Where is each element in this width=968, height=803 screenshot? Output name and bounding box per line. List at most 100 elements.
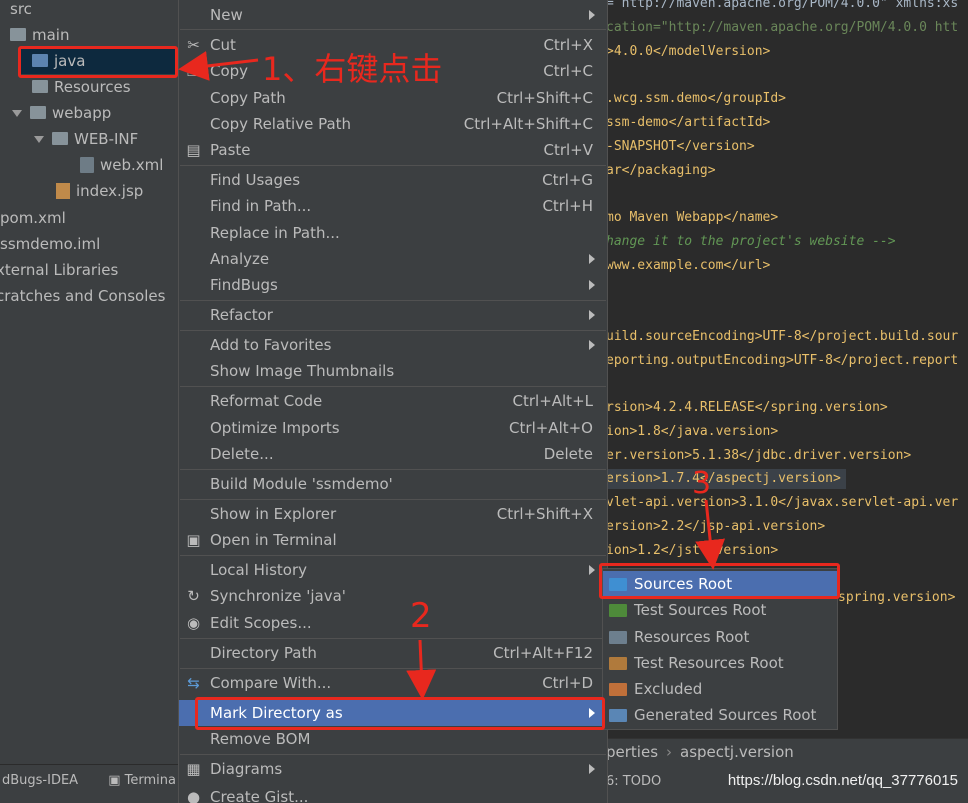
tree-item-main[interactable]: main (10, 22, 69, 48)
menu-item-label: Compare With... (210, 674, 332, 692)
menu-item-diagrams[interactable]: ▦ Diagrams (179, 756, 607, 782)
tree-item-resources[interactable]: Resources (32, 74, 131, 100)
tree-item-label: cratches and Consoles (0, 287, 166, 305)
tree-item-scratches[interactable]: cratches and Consoles (0, 283, 165, 309)
menu-item-label: Copy Path (210, 89, 286, 107)
code-line: mo Maven Webapp</name> (606, 210, 779, 225)
menu-item-synchronize[interactable]: ↻ Synchronize 'java' (179, 583, 607, 609)
menu-item-find-usages[interactable]: Find Usages Ctrl+G (179, 167, 607, 193)
folder-icon (52, 132, 68, 145)
menu-item-edit-scopes[interactable]: ◉ Edit Scopes... (179, 610, 607, 636)
submenu-item-test-sources-root[interactable]: Test Sources Root (603, 597, 837, 623)
menu-item-label: Reformat Code (210, 392, 323, 410)
menu-item-label: Open in Terminal (210, 531, 337, 549)
context-menu: New ✂ Cut Ctrl+X ❐ Copy Ctrl+C Copy Path Ctrl… (178, 0, 608, 803)
submenu-item-label: Resources Root (634, 628, 750, 646)
menu-item-label: Local History (210, 561, 308, 579)
folder-icon (10, 28, 26, 41)
menu-item-reformat-code[interactable]: Reformat Code Ctrl+Alt+L (179, 388, 607, 414)
submenu-item-generated-sources-root[interactable]: Generated Sources Root (603, 702, 837, 728)
menu-item-show-in-explorer[interactable]: Show in Explorer Ctrl+Shift+X (179, 501, 607, 527)
menu-item-label: Show Image Thumbnails (210, 362, 395, 380)
tree-item-java[interactable]: java (20, 48, 176, 74)
tree-item-webapp[interactable]: webapp (12, 100, 111, 126)
tree-item-index-jsp[interactable]: index.jsp (56, 178, 143, 204)
menu-separator (180, 754, 606, 755)
menu-separator (180, 555, 606, 556)
watermark-url: https://blog.csdn.net/qq_37776015 (727, 772, 958, 789)
code-line: -SNAPSHOT</version> (606, 139, 755, 154)
menu-item-label: Paste (210, 141, 251, 159)
breadcrumb-item[interactable]: aspectj.version (680, 743, 794, 761)
menu-separator (180, 386, 606, 387)
menu-item-build-module[interactable]: Build Module 'ssmdemo' (179, 471, 607, 497)
menu-item-open-in-terminal[interactable]: ▣ Open in Terminal (179, 527, 607, 553)
menu-item-findbugs[interactable]: FindBugs (179, 272, 607, 298)
menu-item-delete[interactable]: Delete... Delete (179, 441, 607, 467)
menu-item-show-image-thumbnails[interactable]: Show Image Thumbnails (179, 358, 607, 384)
menu-item-find-in-path[interactable]: Find in Path... Ctrl+H (179, 193, 607, 219)
menu-item-refactor[interactable]: Refactor (179, 302, 607, 328)
scissors-icon: ✂ (187, 36, 200, 54)
code-line: ssm-demo</artifactId> (606, 115, 771, 130)
menu-item-label: Create Gist... (210, 788, 309, 803)
menu-item-label: Cut (210, 36, 236, 54)
copy-icon: ❐ (186, 62, 201, 80)
menu-separator (180, 469, 606, 470)
code-line: eporting.outputEncoding>UTF-8</project.r… (606, 353, 959, 368)
submenu-item-excluded[interactable]: Excluded (603, 676, 837, 702)
menu-item-label: Replace in Path... (210, 224, 340, 242)
chevron-down-icon[interactable] (12, 110, 22, 117)
todo-tool-tab[interactable]: 6: TODO (606, 774, 661, 789)
submenu-item-sources-root[interactable]: Sources Root (603, 571, 837, 597)
submenu-item-resources-root[interactable]: Resources Root (603, 624, 837, 650)
tree-item-iml[interactable]: ssmdemo.iml (0, 231, 100, 257)
menu-item-copy-relative-path[interactable]: Copy Relative Path Ctrl+Alt+Shift+C (179, 111, 607, 137)
folder-icon (30, 106, 46, 119)
menu-item-local-history[interactable]: Local History (179, 557, 607, 583)
breadcrumb: perties › aspectj.version (606, 738, 968, 764)
code-line: ion>1.2</jstl.version> (606, 543, 779, 558)
tree-item-pom-xml[interactable]: pom.xml (0, 205, 66, 231)
mark-directory-submenu: Sources Root Test Sources Root Resources… (602, 568, 838, 730)
menu-item-optimize-imports[interactable]: Optimize Imports Ctrl+Alt+O (179, 415, 607, 441)
menu-separator (180, 29, 606, 30)
menu-item-create-gist[interactable]: ● Create Gist... (179, 784, 607, 803)
excluded-folder-icon (609, 683, 627, 696)
menu-item-mark-directory-as[interactable]: Mark Directory as (179, 700, 607, 726)
clipboard-icon: ▤ (186, 141, 201, 159)
refresh-icon: ↻ (187, 587, 200, 605)
menu-item-analyze[interactable]: Analyze (179, 246, 607, 272)
submenu-item-test-resources-root[interactable]: Test Resources Root (603, 650, 837, 676)
code-line: spring.version> (838, 590, 956, 605)
menu-item-shortcut: Ctrl+X (543, 36, 593, 54)
menu-item-label: Diagrams (210, 760, 283, 778)
tree-item-external-libraries[interactable]: xternal Libraries (0, 257, 118, 283)
tree-item-web-xml[interactable]: web.xml (80, 152, 163, 178)
menu-separator (180, 499, 606, 500)
terminal-tool-tab[interactable]: Termina (125, 773, 176, 788)
code-line: rsion>4.2.4.RELEASE</spring.version> (606, 400, 888, 415)
menu-item-paste[interactable]: ▤ Paste Ctrl+V (179, 137, 607, 163)
menu-item-label: Copy (210, 62, 249, 80)
menu-item-label: Analyze (210, 250, 270, 268)
tree-item-label: ssmdemo.iml (0, 235, 101, 253)
menu-item-directory-path[interactable]: Directory Path Ctrl+Alt+F12 (179, 640, 607, 666)
annotation-step2: 2 (410, 596, 432, 636)
menu-item-replace-in-path[interactable]: Replace in Path... (179, 220, 607, 246)
findbugs-tool-tab[interactable]: dBugs-IDEA (2, 773, 78, 788)
menu-item-add-to-favorites[interactable]: Add to Favorites (179, 332, 607, 358)
menu-item-new[interactable]: New (179, 2, 607, 28)
tree-item-web-inf[interactable]: WEB-INF (34, 126, 138, 152)
github-icon: ● (186, 788, 201, 803)
menu-item-remove-bom[interactable]: Remove BOM (179, 726, 607, 752)
terminal-icon: ▣ (108, 773, 121, 788)
tree-item-src[interactable]: src (10, 0, 32, 22)
tree-item-label: index.jsp (76, 182, 144, 200)
sources-root-icon (609, 578, 627, 591)
chevron-down-icon[interactable] (34, 136, 44, 143)
breadcrumb-item[interactable]: perties (606, 743, 658, 761)
menu-item-compare-with[interactable]: ⇆ Compare With... Ctrl+D (179, 670, 607, 696)
source-folder-icon (32, 54, 48, 67)
menu-item-shortcut: Delete (543, 445, 593, 463)
